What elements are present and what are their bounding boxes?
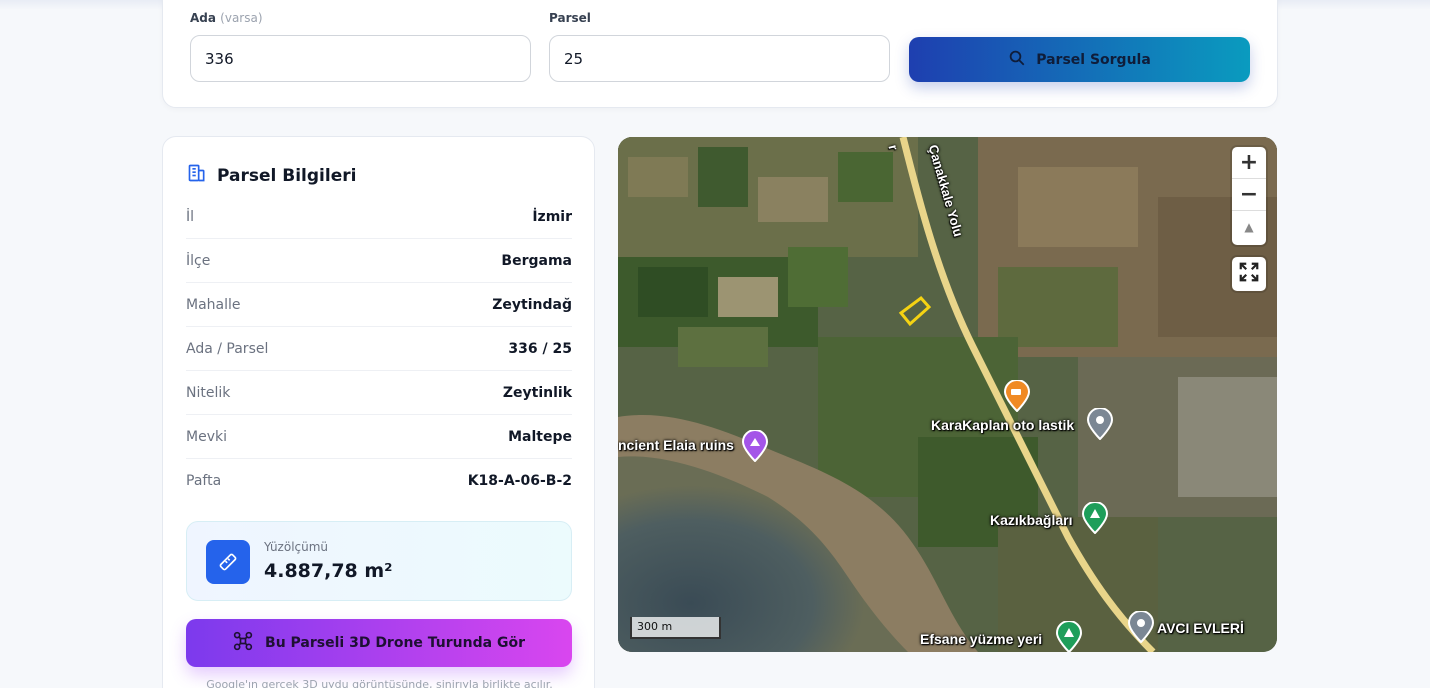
ruler-icon bbox=[206, 540, 250, 584]
info-row-ada-parsel: Ada / Parsel 336 / 25 bbox=[186, 327, 572, 371]
info-row-mevki: Mevki Maltepe bbox=[186, 415, 572, 459]
search-icon bbox=[1008, 49, 1026, 71]
place-karakaplan-label[interactable]: KaraKaplan oto lastik bbox=[931, 417, 1074, 433]
zoom-out-button[interactable]: − bbox=[1232, 179, 1266, 211]
compass-icon: ▲ bbox=[1244, 220, 1254, 234]
info-row-nitelik: Nitelik Zeytinlik bbox=[186, 371, 572, 415]
query-button-label: Parsel Sorgula bbox=[1036, 51, 1151, 68]
drone-tour-button[interactable]: Bu Parseli 3D Drone Turunda Gör bbox=[186, 619, 572, 667]
ada-input[interactable]: 336 bbox=[190, 35, 531, 82]
drone-button-label: Bu Parseli 3D Drone Turunda Gör bbox=[265, 635, 525, 651]
parsel-label: Parsel bbox=[549, 11, 591, 25]
place-efsane-label[interactable]: Efsane yüzme yeri bbox=[920, 631, 1042, 647]
building-icon bbox=[187, 163, 207, 188]
area-label: Yüzölçümü bbox=[264, 540, 329, 554]
ada-label: Ada (varsa) bbox=[190, 11, 263, 25]
area-value: 4.887,78 m² bbox=[264, 560, 393, 582]
avci-pin-icon[interactable] bbox=[1127, 611, 1155, 643]
fullscreen-button[interactable] bbox=[1232, 257, 1266, 291]
place-avci-label[interactable]: AVCI EVLERİ bbox=[1157, 620, 1244, 636]
search-card: Ada (varsa) 336 Parsel 25 Parsel Sorgula bbox=[162, 0, 1278, 108]
info-row-ilce: İlçe Bergama bbox=[186, 239, 572, 283]
info-rows: İl İzmir İlçe Bergama Mahalle Zeytindağ Ada… bbox=[186, 195, 572, 503]
zoom-controls: + − ▲ bbox=[1232, 147, 1266, 245]
info-row-mahalle: Mahalle Zeytindağ bbox=[186, 283, 572, 327]
area-box: Yüzölçümü 4.887,78 m² bbox=[186, 521, 572, 601]
drone-note: Google'ın gerçek 3D uydu görüntüsünde, s… bbox=[206, 678, 553, 688]
fullscreen-icon bbox=[1238, 261, 1260, 287]
museum-pin-icon[interactable] bbox=[741, 430, 769, 462]
place-kazikbaglari-label[interactable]: Kazıkbağları bbox=[990, 512, 1072, 528]
satellite-map[interactable]: r Çanakkale Yolu ncient Elaia ruins Kara… bbox=[618, 137, 1277, 652]
parcel-info-card: Parsel Bilgileri İl İzmir İlçe Bergama Mah… bbox=[162, 136, 595, 688]
place-pin-icon[interactable] bbox=[1086, 408, 1114, 440]
parsel-input[interactable]: 25 bbox=[549, 35, 890, 82]
compass-button[interactable]: ▲ bbox=[1232, 211, 1266, 243]
map-scale-bar: 300 m bbox=[630, 617, 721, 639]
drone-icon bbox=[233, 631, 253, 655]
zoom-in-button[interactable]: + bbox=[1232, 147, 1266, 179]
info-title: Parsel Bilgileri bbox=[187, 163, 356, 188]
info-row-pafta: Pafta K18-A-06-B-2 bbox=[186, 473, 572, 489]
place-elaia-label[interactable]: ncient Elaia ruins bbox=[618, 437, 734, 453]
info-row-il: İl İzmir bbox=[186, 195, 572, 239]
park-pin-icon[interactable] bbox=[1081, 502, 1109, 534]
parsel-sorgula-button[interactable]: Parsel Sorgula bbox=[909, 37, 1250, 82]
swim-pin-icon[interactable] bbox=[1055, 621, 1083, 652]
food-pin-icon[interactable] bbox=[1003, 380, 1031, 412]
